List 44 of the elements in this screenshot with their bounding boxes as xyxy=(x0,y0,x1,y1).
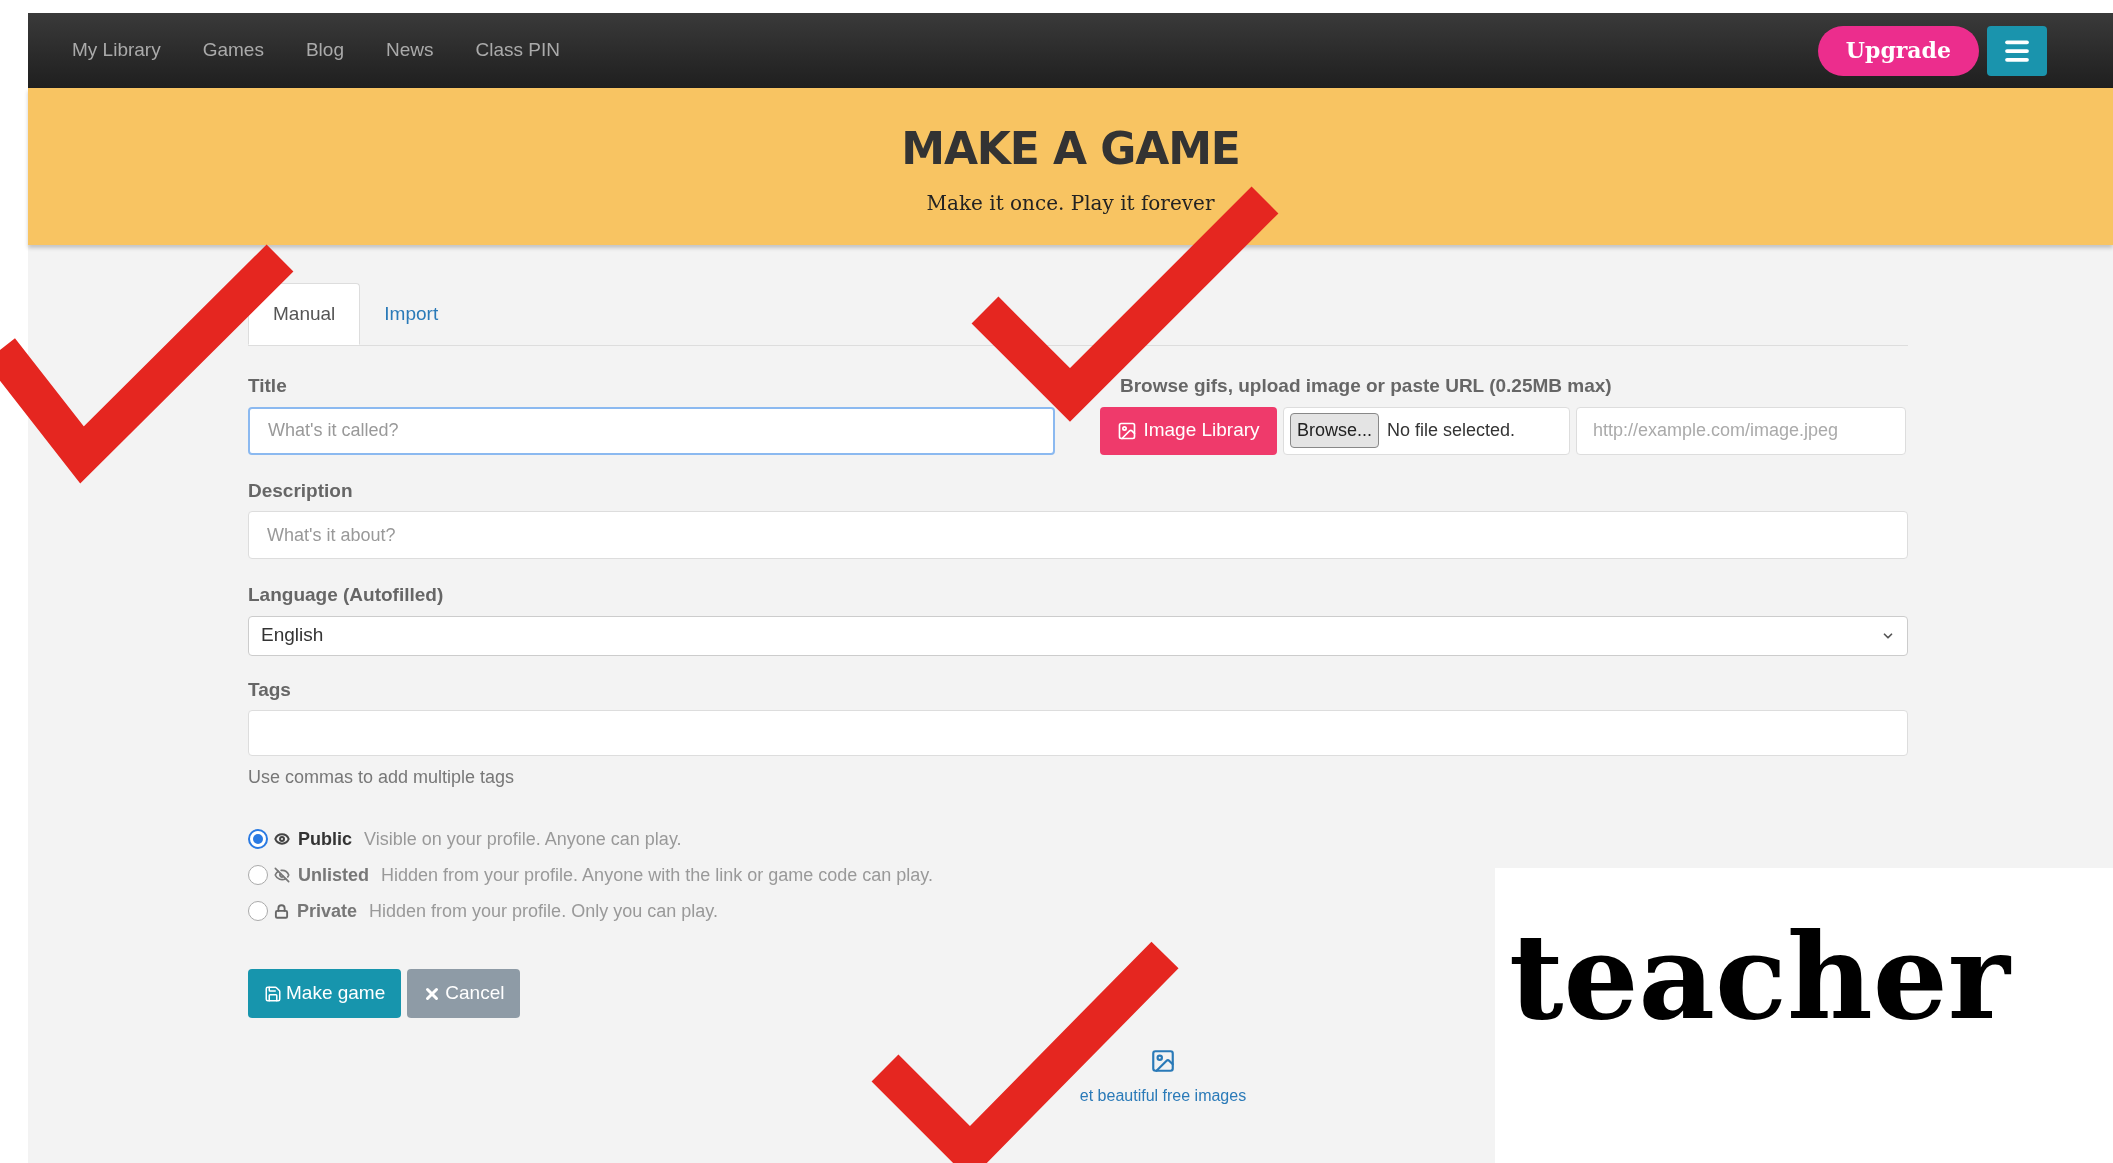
nav-link[interactable]: News xyxy=(385,36,434,65)
radio-button[interactable] xyxy=(248,829,268,849)
field-label: Language (Autofilled) xyxy=(248,583,445,607)
field-label: Tags xyxy=(248,677,292,702)
image-library-button[interactable]: Image Library xyxy=(1100,406,1277,455)
visibility-name: Unlisted xyxy=(298,863,369,887)
teacher-graphic: teacher xyxy=(1495,868,2113,1163)
photo-icon xyxy=(1150,1048,1176,1074)
file-status: No file selected. xyxy=(1387,419,1516,442)
field-label: Title xyxy=(248,374,288,398)
eye-icon xyxy=(274,831,290,847)
description-input[interactable]: What's it about? xyxy=(248,511,1908,559)
menu-button[interactable] xyxy=(1987,25,2047,76)
tab[interactable]: Manual xyxy=(248,283,361,345)
tags-input[interactable] xyxy=(248,710,1908,756)
visibility-description: Visible on your profile. Anyone can play. xyxy=(364,827,682,851)
save-icon xyxy=(264,984,282,1003)
image-icon xyxy=(1117,420,1138,441)
nav-link[interactable]: Class PIN xyxy=(475,36,560,65)
nav-link[interactable]: My Library xyxy=(72,36,161,65)
nav-link[interactable]: Games xyxy=(202,36,264,65)
tags-help: Use commas to add multiple tags xyxy=(248,766,516,789)
radio-button[interactable] xyxy=(248,865,268,885)
upgrade-button[interactable]: Upgrade xyxy=(1817,25,1979,76)
file-picker[interactable]: Browse... No file selected. xyxy=(1283,406,1570,455)
visibility-name: Public xyxy=(298,827,352,851)
make-game-button[interactable]: Make game xyxy=(248,969,402,1018)
url-input[interactable]: http://example.com/image.jpeg xyxy=(1576,406,1906,455)
visibility-description: Hidden from your profile. Only you can play. xyxy=(369,899,718,923)
nav-link[interactable]: Blog xyxy=(305,36,344,65)
language-select[interactable]: English xyxy=(248,615,1908,656)
radio-button[interactable] xyxy=(248,901,268,921)
field-label: Browse gifs, upload image or paste URL (0.25MB max) xyxy=(1120,374,1613,398)
visibility-name: Private xyxy=(297,899,358,923)
lock-icon xyxy=(274,903,289,919)
banner-subtitle: Make it once. Play it forever xyxy=(926,189,1215,217)
title-input[interactable]: What's it called? xyxy=(248,406,1055,455)
tab[interactable]: Import xyxy=(360,283,463,345)
eye-slash-icon xyxy=(274,867,290,883)
banner-title: MAKE A GAME xyxy=(901,121,1240,176)
visibility-description: Hidden from your profile. Anyone with the link or game code can play. xyxy=(381,863,933,887)
free-images-link[interactable]: et beautiful free images xyxy=(1079,1084,1247,1108)
field-label: Description xyxy=(248,478,354,503)
browse-button[interactable]: Browse... xyxy=(1290,413,1380,448)
